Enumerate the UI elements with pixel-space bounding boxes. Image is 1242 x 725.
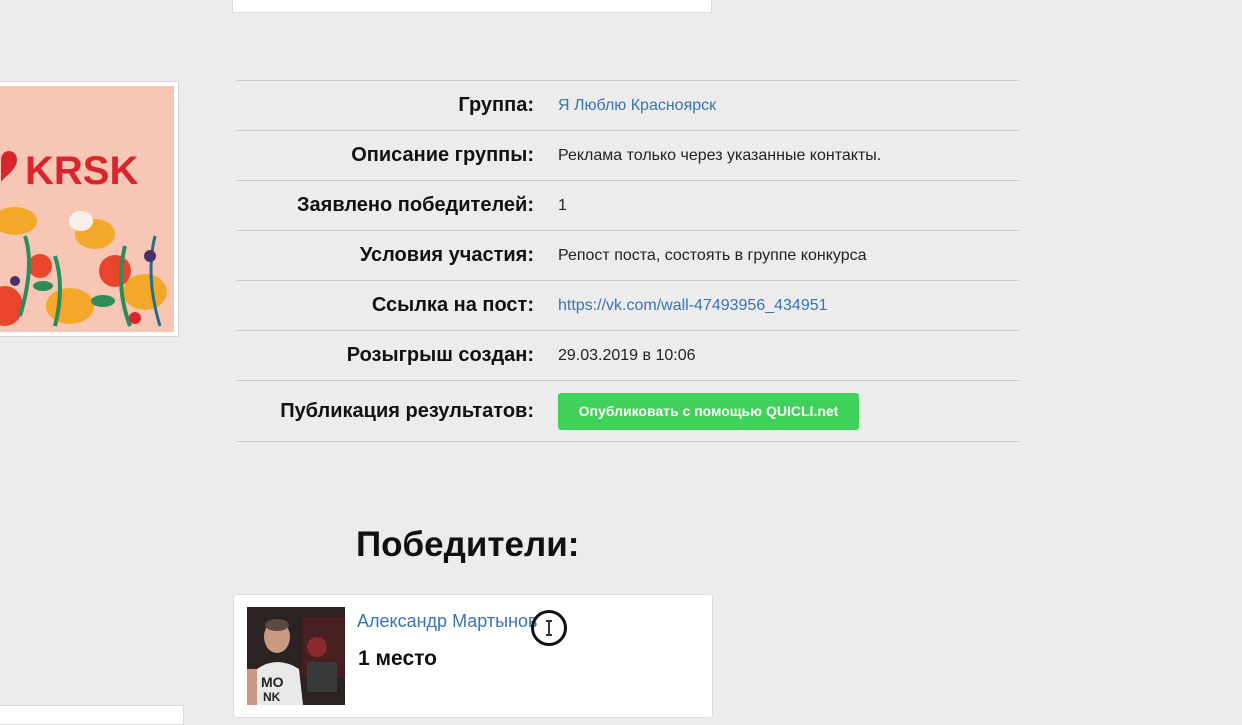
winner-place: 1 место xyxy=(358,647,437,670)
info-label: Описание группы: xyxy=(351,144,534,166)
text-cursor-icon xyxy=(546,620,552,636)
info-row-group: Группа: Я Люблю Красноярск xyxy=(236,81,1019,131)
info-value: 1 xyxy=(558,196,567,214)
group-link[interactable]: Я Люблю Красноярск xyxy=(558,97,716,115)
info-label: Заявлено победителей: xyxy=(297,194,534,216)
info-value: Реклама только через указанные контакты. xyxy=(558,146,882,164)
info-label: Ссылка на пост: xyxy=(371,294,534,316)
giveaway-info-table: Группа: Я Люблю Красноярск Описание груп… xyxy=(236,80,1019,442)
info-row-description: Описание группы: Реклама только через ук… xyxy=(236,131,1019,181)
bottom-left-card xyxy=(0,705,184,725)
info-label: Условия участия: xyxy=(359,244,534,266)
winners-title: Победители: xyxy=(356,525,580,564)
winner-name-link[interactable]: Александр Мартынов xyxy=(357,611,538,632)
publish-results-button[interactable]: Опубликовать с помощью QUICLI.net xyxy=(558,392,859,430)
info-row-winners-count: Заявлено победителей: 1 xyxy=(236,181,1019,231)
info-label: Группа: xyxy=(458,94,534,116)
group-avatar-image: KRSK xyxy=(0,86,174,332)
group-avatar-frame: KRSK xyxy=(0,81,179,337)
info-row-created: Розыгрыш создан: 29.03.2019 в 10:06 xyxy=(236,331,1019,381)
info-value: 29.03.2019 в 10:06 xyxy=(558,346,696,364)
info-label: Публикация результатов: xyxy=(280,399,534,422)
svg-text:MO: MO xyxy=(261,674,284,690)
post-link[interactable]: https://vk.com/wall-47493956_434951 xyxy=(558,297,828,315)
info-row-post-link: Ссылка на пост: https://vk.com/wall-4749… xyxy=(236,281,1019,331)
group-logo-text: KRSK xyxy=(25,149,138,193)
info-value: Репост поста, состоять в группе конкурса xyxy=(558,246,867,264)
winner-avatar[interactable]: MO NK xyxy=(247,607,345,705)
svg-text:NK: NK xyxy=(263,690,281,704)
winner-card: MO NK Александр Мартынов 1 место xyxy=(233,594,713,718)
info-row-conditions: Условия участия: Репост поста, состоять … xyxy=(236,231,1019,281)
info-label: Розыгрыш создан: xyxy=(346,344,534,366)
info-row-publish: Публикация результатов: Опубликовать с п… xyxy=(236,381,1019,442)
top-card xyxy=(232,0,712,13)
